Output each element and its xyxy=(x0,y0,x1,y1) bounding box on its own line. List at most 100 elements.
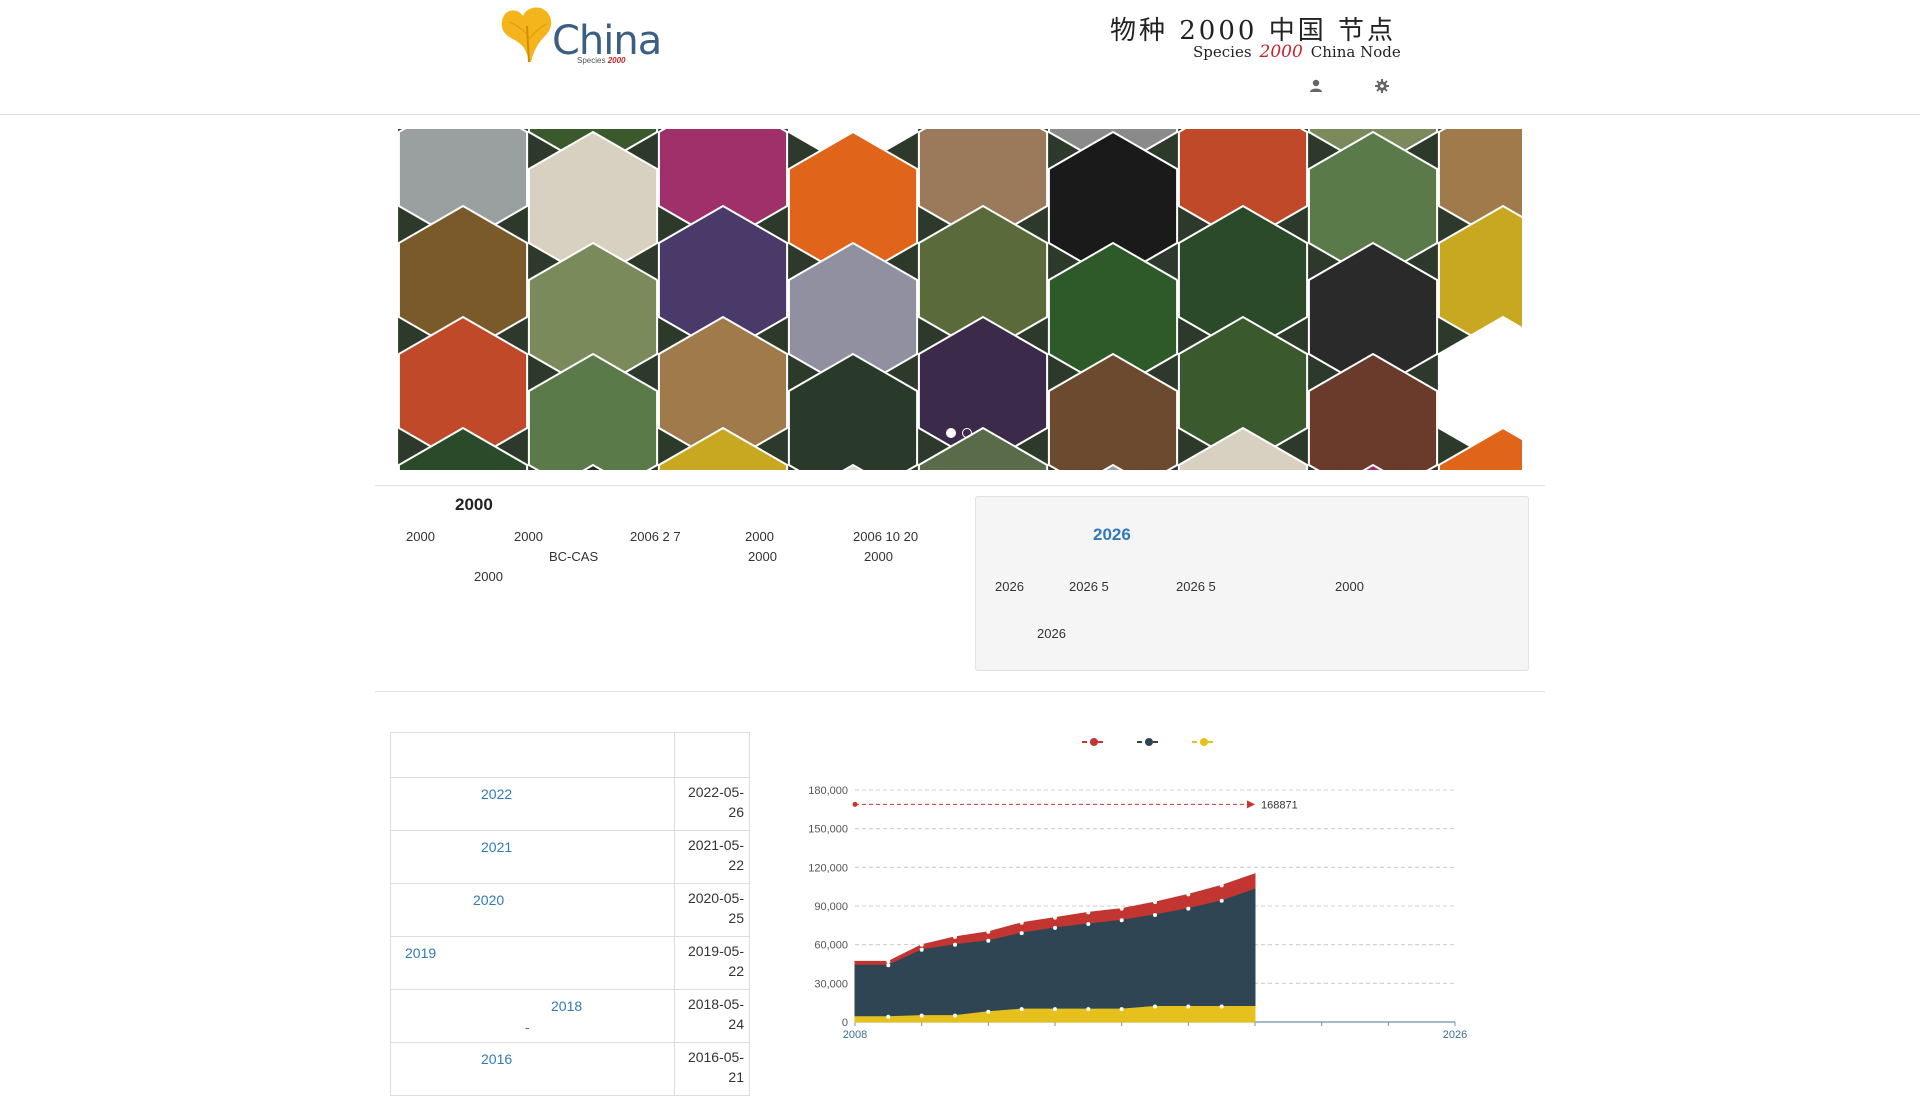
news-link[interactable]: 2022 xyxy=(481,786,512,802)
series-point xyxy=(953,942,957,947)
section-divider xyxy=(375,691,1545,692)
series-point xyxy=(919,947,924,952)
intro-title: 2000 xyxy=(455,495,493,514)
legend-marker xyxy=(1145,738,1153,746)
y-tick-label: 150,000 xyxy=(808,824,848,836)
news-title-cell: 2022 xyxy=(390,777,675,831)
carousel-dot-2[interactable] xyxy=(962,428,972,438)
series-area-2 xyxy=(854,888,1256,1023)
legend-marker xyxy=(1090,738,1098,746)
section-divider xyxy=(375,485,1545,486)
y-tick-label: 90,000 xyxy=(814,901,848,913)
species-photo-mosaic xyxy=(398,129,1522,470)
y-tick-label: 0 xyxy=(842,1017,848,1029)
news-link[interactable]: 2020 xyxy=(473,892,504,908)
series-point xyxy=(1219,1004,1224,1009)
intro-text: 2000 xyxy=(406,529,435,544)
notice-text: 2026 5 xyxy=(1069,579,1109,594)
news-date: 2022-05-26 xyxy=(673,777,751,831)
series-point xyxy=(1186,906,1191,911)
series-point xyxy=(953,1013,957,1018)
notice-text: 2026 xyxy=(995,579,1024,594)
intro-text: 2006 2 7 xyxy=(630,529,681,544)
carousel-dot-1[interactable] xyxy=(946,428,956,438)
series-point xyxy=(1119,906,1124,911)
news-date: 2019-05-22 xyxy=(673,936,751,990)
news-link[interactable]: 2018 xyxy=(551,998,582,1014)
notice-panel: 2026 2026 2026 5 2026 5 2000 2026 xyxy=(975,496,1529,671)
site-subtitle: Species 2000 China Node xyxy=(1193,42,1401,62)
table-row: 2019 2019-05-22 xyxy=(390,936,751,990)
table-header-cell xyxy=(673,732,751,778)
news-title-cell: 2020 xyxy=(390,883,675,937)
site-subtitle-right: China Node xyxy=(1310,43,1401,61)
series-point xyxy=(1153,1004,1157,1009)
intro-text: 2000 xyxy=(745,529,774,544)
series-point xyxy=(986,938,991,943)
x-tick-label: 2008 xyxy=(843,1029,867,1041)
logo-sub-mark: 2000 xyxy=(607,56,626,65)
site-subtitle-left: Species xyxy=(1193,43,1252,61)
news-title-cell: 2021 xyxy=(390,830,675,884)
ginkgo-leaf-icon xyxy=(501,7,552,63)
notice-text: 2000 xyxy=(1335,579,1364,594)
user-icon[interactable] xyxy=(1308,78,1328,98)
intro-text: 2000 xyxy=(748,549,777,564)
series-point xyxy=(1119,918,1124,923)
table-row: 2016 2016-05-21 xyxy=(390,1042,751,1096)
series-point xyxy=(1053,1007,1057,1012)
series-point xyxy=(1119,1007,1124,1012)
series-point xyxy=(886,963,891,968)
series-point xyxy=(986,1009,991,1014)
table-header-row xyxy=(390,732,751,778)
series-point xyxy=(1019,1007,1024,1012)
series-point xyxy=(919,1013,924,1018)
series-point xyxy=(1219,898,1224,903)
markline-arrow xyxy=(1247,800,1255,809)
gear-icon[interactable] xyxy=(1374,78,1394,98)
news-title-cell: 2019 xyxy=(390,936,675,990)
markline-label: 168871 xyxy=(1261,799,1298,811)
site-header: China Species 2000 物种 2000 中国 节点 Species… xyxy=(0,0,1920,115)
series-point xyxy=(1019,931,1024,936)
series-point xyxy=(919,942,924,947)
legend-marker xyxy=(1200,738,1208,746)
intro-text: BC-CAS xyxy=(549,549,599,564)
news-link[interactable]: 2021 xyxy=(481,839,512,855)
news-link-continuation: - xyxy=(525,1019,530,1035)
series-point xyxy=(1153,913,1157,917)
table-row: 2022 2022-05-26 xyxy=(390,777,751,831)
news-date: 2016-05-21 xyxy=(673,1042,751,1096)
markline-start xyxy=(852,801,858,807)
news-date: 2018-05-24 xyxy=(673,989,751,1043)
logo-sub-prefix: Species xyxy=(577,56,606,65)
table-header-cell xyxy=(390,732,675,778)
intro-text: 2000 xyxy=(864,549,893,564)
series-point xyxy=(1186,1004,1191,1009)
site-subtitle-mark: 2000 xyxy=(1259,42,1303,62)
news-link[interactable]: 2016 xyxy=(481,1051,512,1067)
intro-text: 2000 xyxy=(474,569,503,584)
y-tick-label: 180,000 xyxy=(808,785,848,797)
notice-title-link[interactable]: 2026 xyxy=(1093,525,1131,545)
series-point xyxy=(1186,892,1191,897)
news-link[interactable]: 2019 xyxy=(405,945,436,961)
news-date: 2021-05-22 xyxy=(673,830,751,884)
intro-text: 2000 xyxy=(514,529,543,544)
series-point xyxy=(1086,910,1091,915)
table-row: 2018 - 2018-05-24 xyxy=(390,989,751,1043)
series-point xyxy=(1019,920,1024,925)
table-row: 2021 2021-05-22 xyxy=(390,830,751,884)
series-point xyxy=(886,1014,891,1019)
notice-text: 2026 xyxy=(1037,626,1066,641)
series-point xyxy=(1153,900,1157,905)
y-tick-label: 30,000 xyxy=(814,978,848,990)
news-title-cell: 2016 xyxy=(390,1042,675,1096)
series-point xyxy=(953,934,957,939)
series-point xyxy=(886,959,891,964)
series-point xyxy=(1053,925,1057,930)
banner-carousel[interactable] xyxy=(398,129,1522,470)
site-logo[interactable]: China Species 2000 xyxy=(497,4,662,68)
x-tick-label: 2026 xyxy=(1443,1029,1467,1041)
news-title-cell: 2018 - xyxy=(390,989,675,1043)
